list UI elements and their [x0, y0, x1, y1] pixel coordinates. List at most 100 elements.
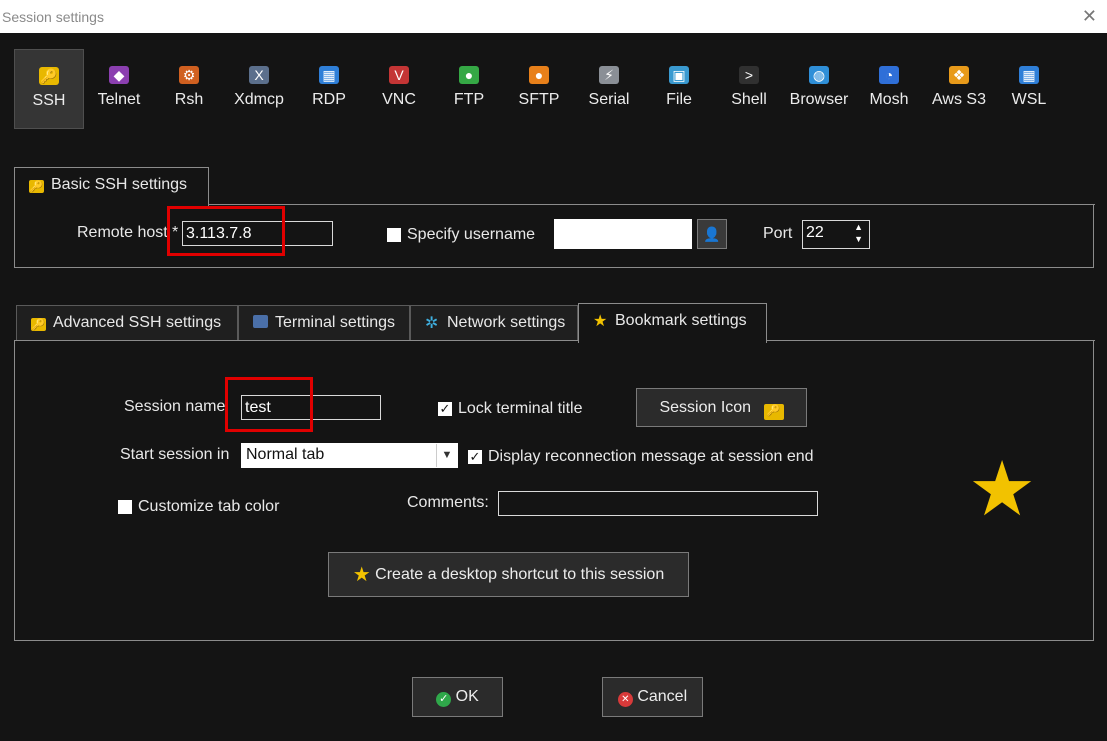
tab-color-label: Customize tab color — [138, 498, 280, 515]
tab-basic-ssh-settings[interactable]: 🔑 Basic SSH settings — [14, 167, 209, 207]
start-session-select[interactable]: Normal tab ▼ — [241, 443, 458, 468]
tab-label: Network settings — [447, 314, 566, 331]
spin-down-icon[interactable]: ▼ — [854, 234, 863, 244]
session-type-label: File — [666, 91, 692, 108]
terminal-icon — [253, 315, 268, 328]
ssh-key-icon: 🔑 — [763, 404, 784, 420]
spin-up-icon[interactable]: ▲ — [854, 222, 863, 232]
user-key-icon: 👤 — [703, 226, 721, 242]
file-monitor-icon: ▣ — [669, 66, 689, 84]
session-type-label: Aws S3 — [932, 91, 986, 108]
aws-s3-icon: ❖ — [949, 66, 969, 84]
session-type-label: Mosh — [869, 91, 909, 108]
tab-terminal-settings[interactable]: Terminal settings — [238, 305, 410, 341]
session-type-label: WSL — [1011, 91, 1047, 108]
session-type-ssh[interactable]: 🔑 SSH — [14, 49, 84, 129]
start-session-value: Normal tab — [246, 446, 325, 463]
start-session-label: Start session in — [120, 446, 230, 463]
specify-username-checkbox[interactable] — [387, 228, 401, 242]
session-type-label: Serial — [588, 91, 630, 108]
close-icon[interactable]: ✕ — [1082, 6, 1097, 27]
session-type-label: Browser — [789, 91, 849, 108]
comments-label: Comments: — [407, 494, 489, 511]
session-type-label: Rsh — [174, 91, 204, 108]
session-type-xdmcp[interactable]: X Xdmcp — [224, 49, 294, 129]
session-type-label: SFTP — [518, 91, 560, 108]
tab-label: Terminal settings — [275, 314, 396, 331]
tab-label: Basic SSH settings — [51, 176, 188, 193]
tab-label: Advanced SSH settings — [53, 314, 222, 331]
session-type-aws-s3[interactable]: ❖ Aws S3 — [924, 49, 994, 129]
ssh-key-icon: 🔑 — [39, 67, 59, 85]
session-icon-button[interactable]: Session Icon 🔑 — [636, 388, 807, 427]
session-type-rdp[interactable]: ▦ RDP — [294, 49, 364, 129]
ssh-key-icon: 🔑 — [31, 318, 46, 331]
session-type-vnc[interactable]: V VNC — [364, 49, 434, 129]
tab-bookmark-settings[interactable]: ★ Bookmark settings — [578, 303, 767, 343]
browser-globe-icon: ◍ — [809, 66, 829, 84]
session-type-rsh[interactable]: ⚙ Rsh — [154, 49, 224, 129]
session-type-shell[interactable]: > Shell — [714, 49, 784, 129]
rdp-icon: ▦ — [319, 66, 339, 84]
xdmcp-icon: X — [249, 66, 269, 84]
mosh-satellite-icon: ◔ — [879, 66, 899, 84]
session-type-label: RDP — [312, 91, 346, 108]
reconnect-label: Display reconnection message at session … — [488, 448, 814, 465]
session-type-serial[interactable]: ⚡ Serial — [574, 49, 644, 129]
wsl-windows-icon: ▦ — [1019, 66, 1039, 84]
session-name-input[interactable] — [241, 395, 381, 420]
port-value: 22 — [806, 224, 824, 241]
cancel-x-icon: ✕ — [617, 692, 633, 707]
lock-title-checkbox[interactable]: ✓ — [438, 402, 452, 416]
session-type-label: Shell — [731, 91, 767, 108]
shortcut-label: Create a desktop shortcut to this sessio… — [375, 566, 665, 583]
ok-button[interactable]: ✓ OK — [412, 677, 503, 717]
session-type-file[interactable]: ▣ File — [644, 49, 714, 129]
ssh-key-icon: 🔑 — [29, 180, 44, 193]
session-type-telnet[interactable]: ◆ Telnet — [84, 49, 154, 129]
ok-label: OK — [455, 688, 479, 705]
session-name-label: Session name — [124, 398, 226, 415]
port-stepper[interactable]: 22 ▲ ▼ — [802, 220, 870, 249]
specify-username-label: Specify username — [407, 226, 536, 243]
session-type-mosh[interactable]: ◔ Mosh — [854, 49, 924, 129]
session-type-label: VNC — [382, 91, 416, 108]
session-icon-label: Session Icon — [659, 399, 752, 416]
remote-host-input[interactable] — [182, 221, 333, 246]
create-shortcut-button[interactable]: ★ Create a desktop shortcut to this sess… — [328, 552, 689, 597]
session-type-sftp[interactable]: ● SFTP — [504, 49, 574, 129]
tab-advanced-ssh-settings[interactable]: 🔑 Advanced SSH settings — [16, 305, 238, 341]
remote-host-label: Remote host — [77, 224, 168, 241]
user-manager-button[interactable]: 👤 — [697, 219, 727, 249]
session-type-label: Xdmcp — [234, 91, 284, 108]
reconnect-checkbox[interactable]: ✓ — [468, 450, 482, 464]
chevron-down-icon[interactable]: ▼ — [436, 444, 457, 467]
session-type-browser[interactable]: ◍ Browser — [784, 49, 854, 129]
session-type-wsl[interactable]: ▦ WSL — [994, 49, 1064, 129]
comments-input[interactable] — [498, 491, 818, 516]
window-title: Session settings — [2, 9, 104, 25]
network-star-icon: ✲ — [425, 315, 439, 332]
session-type-label: FTP — [453, 91, 485, 108]
port-label: Port — [763, 225, 793, 242]
tab-network-settings[interactable]: ✲ Network settings — [410, 305, 578, 341]
cancel-button[interactable]: ✕ Cancel — [602, 677, 703, 717]
serial-plug-icon: ⚡ — [599, 66, 619, 84]
vnc-icon: V — [389, 66, 409, 84]
lock-title-label: Lock terminal title — [458, 400, 583, 417]
shell-terminal-icon: > — [739, 66, 759, 84]
username-input[interactable] — [554, 219, 692, 249]
title-bar: Session settings ✕ — [0, 0, 1107, 33]
bookmark-star-icon: ★ — [968, 447, 1037, 532]
session-type-label: Telnet — [97, 91, 141, 108]
cancel-label: Cancel — [637, 688, 688, 705]
sftp-icon: ● — [529, 66, 549, 84]
telnet-icon: ◆ — [109, 66, 129, 84]
tab-color-checkbox[interactable] — [118, 500, 132, 514]
session-type-ftp[interactable]: ● FTP — [434, 49, 504, 129]
rsh-icon: ⚙ — [179, 66, 199, 84]
ok-check-icon: ✓ — [436, 692, 452, 707]
shortcut-star-icon: ★ — [352, 564, 371, 586]
tab-label: Bookmark settings — [615, 312, 747, 329]
required-mark: * — [172, 224, 179, 241]
